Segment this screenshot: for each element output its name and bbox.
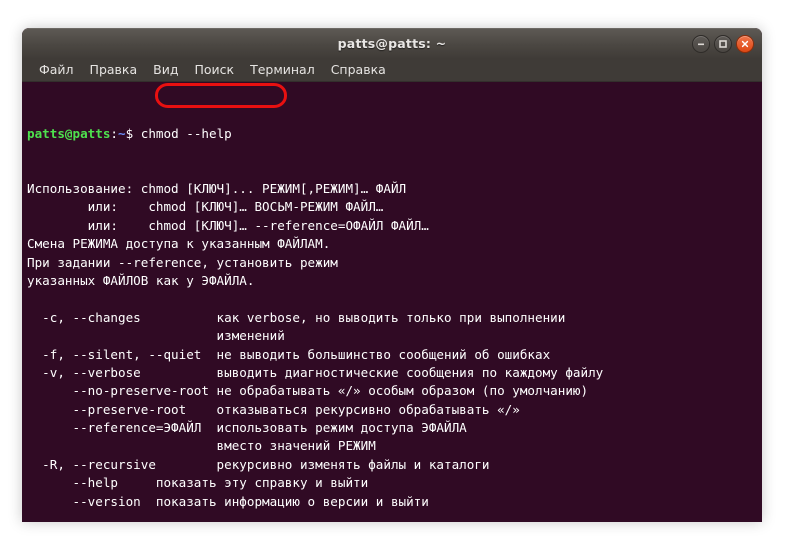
- screen: patts@patts: ~ Файл Правка Вид Поиск Тер…: [0, 0, 795, 550]
- terminal-output: patts@patts:~$ chmod --help Использовани…: [27, 88, 758, 522]
- maximize-button[interactable]: [714, 35, 732, 53]
- terminal-line: вместо значений РЕЖИМ: [27, 438, 376, 454]
- menubar: Файл Правка Вид Поиск Терминал Справка: [22, 58, 762, 82]
- terminal-line: -R, --recursive рекурсивно изменять файл…: [27, 456, 490, 472]
- terminal-line: Смена РЕЖИМА доступа к указанным ФАЙЛАМ.: [27, 236, 331, 252]
- terminal-line: --version показать информацию о версии и…: [27, 493, 429, 509]
- terminal-line: Использование: chmod [КЛЮЧ]... РЕЖИМ[,РЕ…: [27, 181, 407, 197]
- menu-item-help[interactable]: Справка: [323, 58, 394, 81]
- close-button[interactable]: [736, 35, 754, 53]
- terminal-output-lines: Использование: chmod [КЛЮЧ]... РЕЖИМ[,РЕ…: [27, 180, 758, 522]
- terminal-line: указанных ФАЙЛОВ как у ЭФАЙЛА.: [27, 272, 255, 288]
- menu-item-terminal[interactable]: Терминал: [242, 58, 323, 81]
- prompt-user-host: patts@patts: [27, 125, 111, 141]
- terminal-body[interactable]: patts@patts:~$ chmod --help Использовани…: [22, 82, 762, 522]
- terminal-line: -c, --changes как verbose, но выводить т…: [27, 309, 566, 325]
- terminal-line: или: chmod [КЛЮЧ]… --reference=ОФАЙЛ ФАЙ…: [27, 217, 429, 233]
- terminal-line: --help показать эту справку и выйти: [27, 475, 369, 491]
- terminal-line: -f, --silent, --quiet не выводить больши…: [27, 346, 551, 362]
- terminal-line: При задании --reference, установить режи…: [27, 254, 338, 270]
- terminal-line: изменений: [27, 328, 285, 344]
- menu-item-edit[interactable]: Правка: [82, 58, 146, 81]
- prompt-colon: :: [110, 125, 118, 141]
- maximize-icon: [719, 40, 727, 48]
- menu-item-view[interactable]: Вид: [145, 58, 186, 81]
- prompt-path: ~: [118, 125, 126, 141]
- menu-item-search[interactable]: Поиск: [186, 58, 242, 81]
- terminal-line: -v, --verbose выводить диагностические с…: [27, 364, 604, 380]
- minimize-icon: [698, 43, 704, 46]
- terminal-line: или: chmod [КЛЮЧ]… ВОСЬМ-РЕЖИМ ФАЙЛ…: [27, 199, 384, 215]
- prompt-command: chmod --help: [133, 125, 232, 141]
- menu-item-file[interactable]: Файл: [31, 58, 82, 81]
- prompt-line: patts@patts:~$ chmod --help: [27, 125, 758, 143]
- terminal-window: patts@patts: ~ Файл Правка Вид Поиск Тер…: [22, 28, 762, 522]
- terminal-line: --reference=ЭФАЙЛ использовать режим дос…: [27, 420, 467, 436]
- minimize-button[interactable]: [692, 35, 710, 53]
- close-icon: [741, 40, 749, 48]
- window-controls: [692, 35, 754, 53]
- window-titlebar[interactable]: patts@patts: ~: [22, 28, 762, 58]
- window-title: patts@patts: ~: [337, 36, 447, 51]
- terminal-line: --no-preserve-root не обрабатывать «/» о…: [27, 383, 589, 399]
- terminal-line: --preserve-root отказываться рекурсивно …: [27, 401, 520, 417]
